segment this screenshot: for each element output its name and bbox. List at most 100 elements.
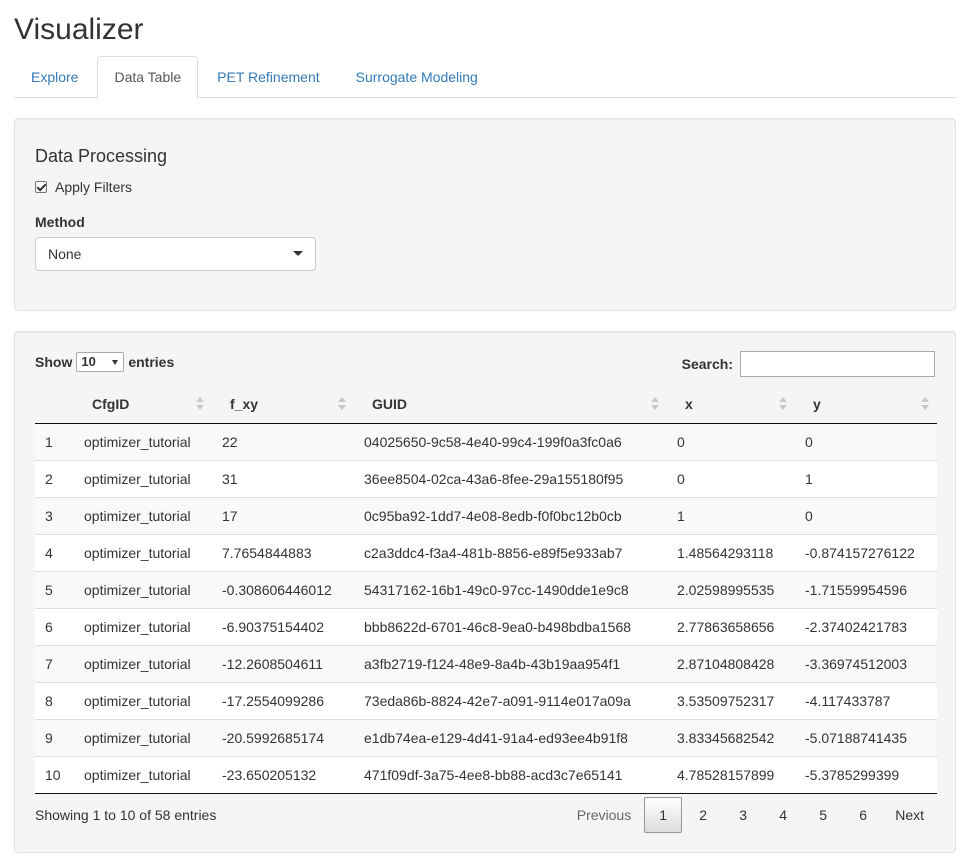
x-cell: 0 [677,433,685,450]
row-index-cell: 4 [35,533,74,571]
table-row[interactable]: 1 optimizer_tutorial 22 04025650-9c58-4e… [35,423,937,460]
table-row[interactable]: 5 optimizer_tutorial -0.308606446012 543… [35,570,937,608]
f-xy-cell: -12.2608504611 [212,644,354,682]
method-label: Method [35,214,85,230]
method-select[interactable]: None [35,237,316,271]
table-row[interactable]: 3 optimizer_tutorial 17 0c95ba92-1dd7-4e… [35,496,937,534]
column-header-f-xy[interactable]: f_xy [212,385,354,424]
search-input[interactable] [740,351,935,377]
row-index-cell: 9 [35,718,74,756]
chevron-down-icon [293,251,303,256]
y-cell: -5.3785299399 [795,755,937,794]
x-cell: 2.87104808428 [667,644,795,682]
search-label: Search: [681,356,733,372]
column-header-label: f_xy [230,395,259,412]
f-xy-cell: -23.650205132 [212,755,354,794]
cfgid-cell: optimizer_tutorial [74,459,212,497]
page-length-select[interactable]: 10 [76,352,125,372]
row-index-cell: 3 [35,496,74,534]
f-xy-cell: -17.2554099286 [212,681,354,719]
pagination: Previous 1 2 3 4 5 6 Next [564,797,935,833]
apply-filters-row[interactable]: Apply Filters [35,179,132,195]
cfgid-cell: optimizer_tutorial [74,607,212,645]
guid-cell: 0c95ba92-1dd7-4e08-8edb-f0f0bc12b0cb [354,496,667,534]
apply-filters-label: Apply Filters [55,179,133,195]
page-length-value: 10 [81,354,96,369]
cfgid-cell: optimizer_tutorial [74,755,212,794]
f-xy-cell: -20.5992685174 [212,718,354,756]
page-button-6[interactable]: 6 [844,797,882,833]
tab-explore[interactable]: Explore [14,56,95,98]
guid-cell: a3fb2719-f124-48e9-8a4b-43b19aa954f1 [354,644,667,682]
f-xy-cell: 31 [212,459,354,497]
y-cell: -1.71559954596 [795,570,937,608]
guid-cell: e1db74ea-e129-4d41-91a4-ed93ee4b91f8 [354,718,667,756]
column-header-guid[interactable]: GUID [354,385,667,424]
page-button-4[interactable]: 4 [764,797,802,833]
row-index-cell: 5 [35,570,74,608]
table-row[interactable]: 2 optimizer_tutorial 31 36ee8504-02ca-43… [35,459,937,497]
f-xy-cell: 17 [212,496,354,534]
f-xy-cell: 22 [222,433,238,450]
row-index-cell: 1 [45,433,53,450]
column-header-y[interactable]: y [795,385,937,424]
data-processing-panel: Data Processing Apply Filters Method Non… [14,118,956,311]
column-header-label: y [813,395,821,412]
chevron-down-icon [112,360,119,365]
sort-icon [921,397,929,411]
column-header-x[interactable]: x [667,385,795,424]
table-row[interactable]: 9 optimizer_tutorial -20.5992685174 e1db… [35,718,937,756]
guid-cell: 471f09df-3a75-4ee8-bb88-acd3c7e65141 [354,755,667,794]
apply-filters-checkbox[interactable] [35,181,47,193]
column-header-label: GUID [372,395,407,412]
page-length-control: Show 10 entries [35,352,174,372]
page-button-3[interactable]: 3 [724,797,762,833]
entries-label: entries [128,354,175,370]
page-button-5[interactable]: 5 [804,797,842,833]
guid-cell: 73eda86b-8824-42e7-a091-9114e017a09a [354,681,667,719]
row-index-cell: 10 [35,755,74,794]
row-index-cell: 7 [35,644,74,682]
table-row[interactable]: 6 optimizer_tutorial -6.90375154402 bbb8… [35,607,937,645]
x-cell: 1.48564293118 [667,533,795,571]
y-cell: 0 [805,433,813,450]
tab-data-table[interactable]: Data Table [97,56,199,99]
guid-cell: bbb8622d-6701-46c8-9ea0-b498bdba1568 [354,607,667,645]
y-cell: -5.07188741435 [795,718,937,756]
tab-surrogate-modeling[interactable]: Surrogate Modeling [339,56,495,98]
guid-cell: 04025650-9c58-4e40-99c4-199f0a3fc0a6 [364,433,622,450]
x-cell: 3.53509752317 [667,681,795,719]
guid-cell: c2a3ddc4-f3a4-481b-8856-e89f5e933ab7 [354,533,667,571]
x-cell: 4.78528157899 [667,755,795,794]
table-row[interactable]: 8 optimizer_tutorial -17.2554099286 73ed… [35,681,937,719]
data-processing-title: Data Processing [35,146,168,166]
cfgid-cell: optimizer_tutorial [74,644,212,682]
sort-icon [779,397,787,411]
row-index-cell: 8 [35,681,74,719]
page-button-2[interactable]: 2 [684,797,722,833]
data-table-panel: Show 10 entries Search: CfgID f_xy GUID … [14,331,956,853]
column-header-cfgid[interactable]: CfgID [74,385,212,424]
cfgid-cell: optimizer_tutorial [74,496,212,534]
x-cell: 2.77863658656 [667,607,795,645]
column-header-index[interactable] [35,385,74,424]
cfgid-cell: optimizer_tutorial [74,681,212,719]
f-xy-cell: -6.90375154402 [212,607,354,645]
table-row[interactable]: 10 optimizer_tutorial -23.650205132 471f… [35,755,937,794]
page-button-1[interactable]: 1 [644,797,683,833]
row-index-cell: 2 [35,459,74,497]
previous-page-button[interactable]: Previous [566,797,642,833]
table-header-row: CfgID f_xy GUID x y [35,385,937,424]
column-header-label: CfgID [92,395,130,412]
method-select-value: None [48,246,82,262]
y-cell: -2.37402421783 [795,607,937,645]
row-index-cell: 6 [35,607,74,645]
table-row[interactable]: 4 optimizer_tutorial 7.7654844883 c2a3dd… [35,533,937,571]
show-label: Show [35,354,73,370]
y-cell: -3.36974512003 [795,644,937,682]
sort-icon [338,397,346,411]
cfgid-cell: optimizer_tutorial [74,718,212,756]
table-row[interactable]: 7 optimizer_tutorial -12.2608504611 a3fb… [35,644,937,682]
tab-pet-refinement[interactable]: PET Refinement [200,56,336,98]
next-page-button[interactable]: Next [884,797,935,833]
